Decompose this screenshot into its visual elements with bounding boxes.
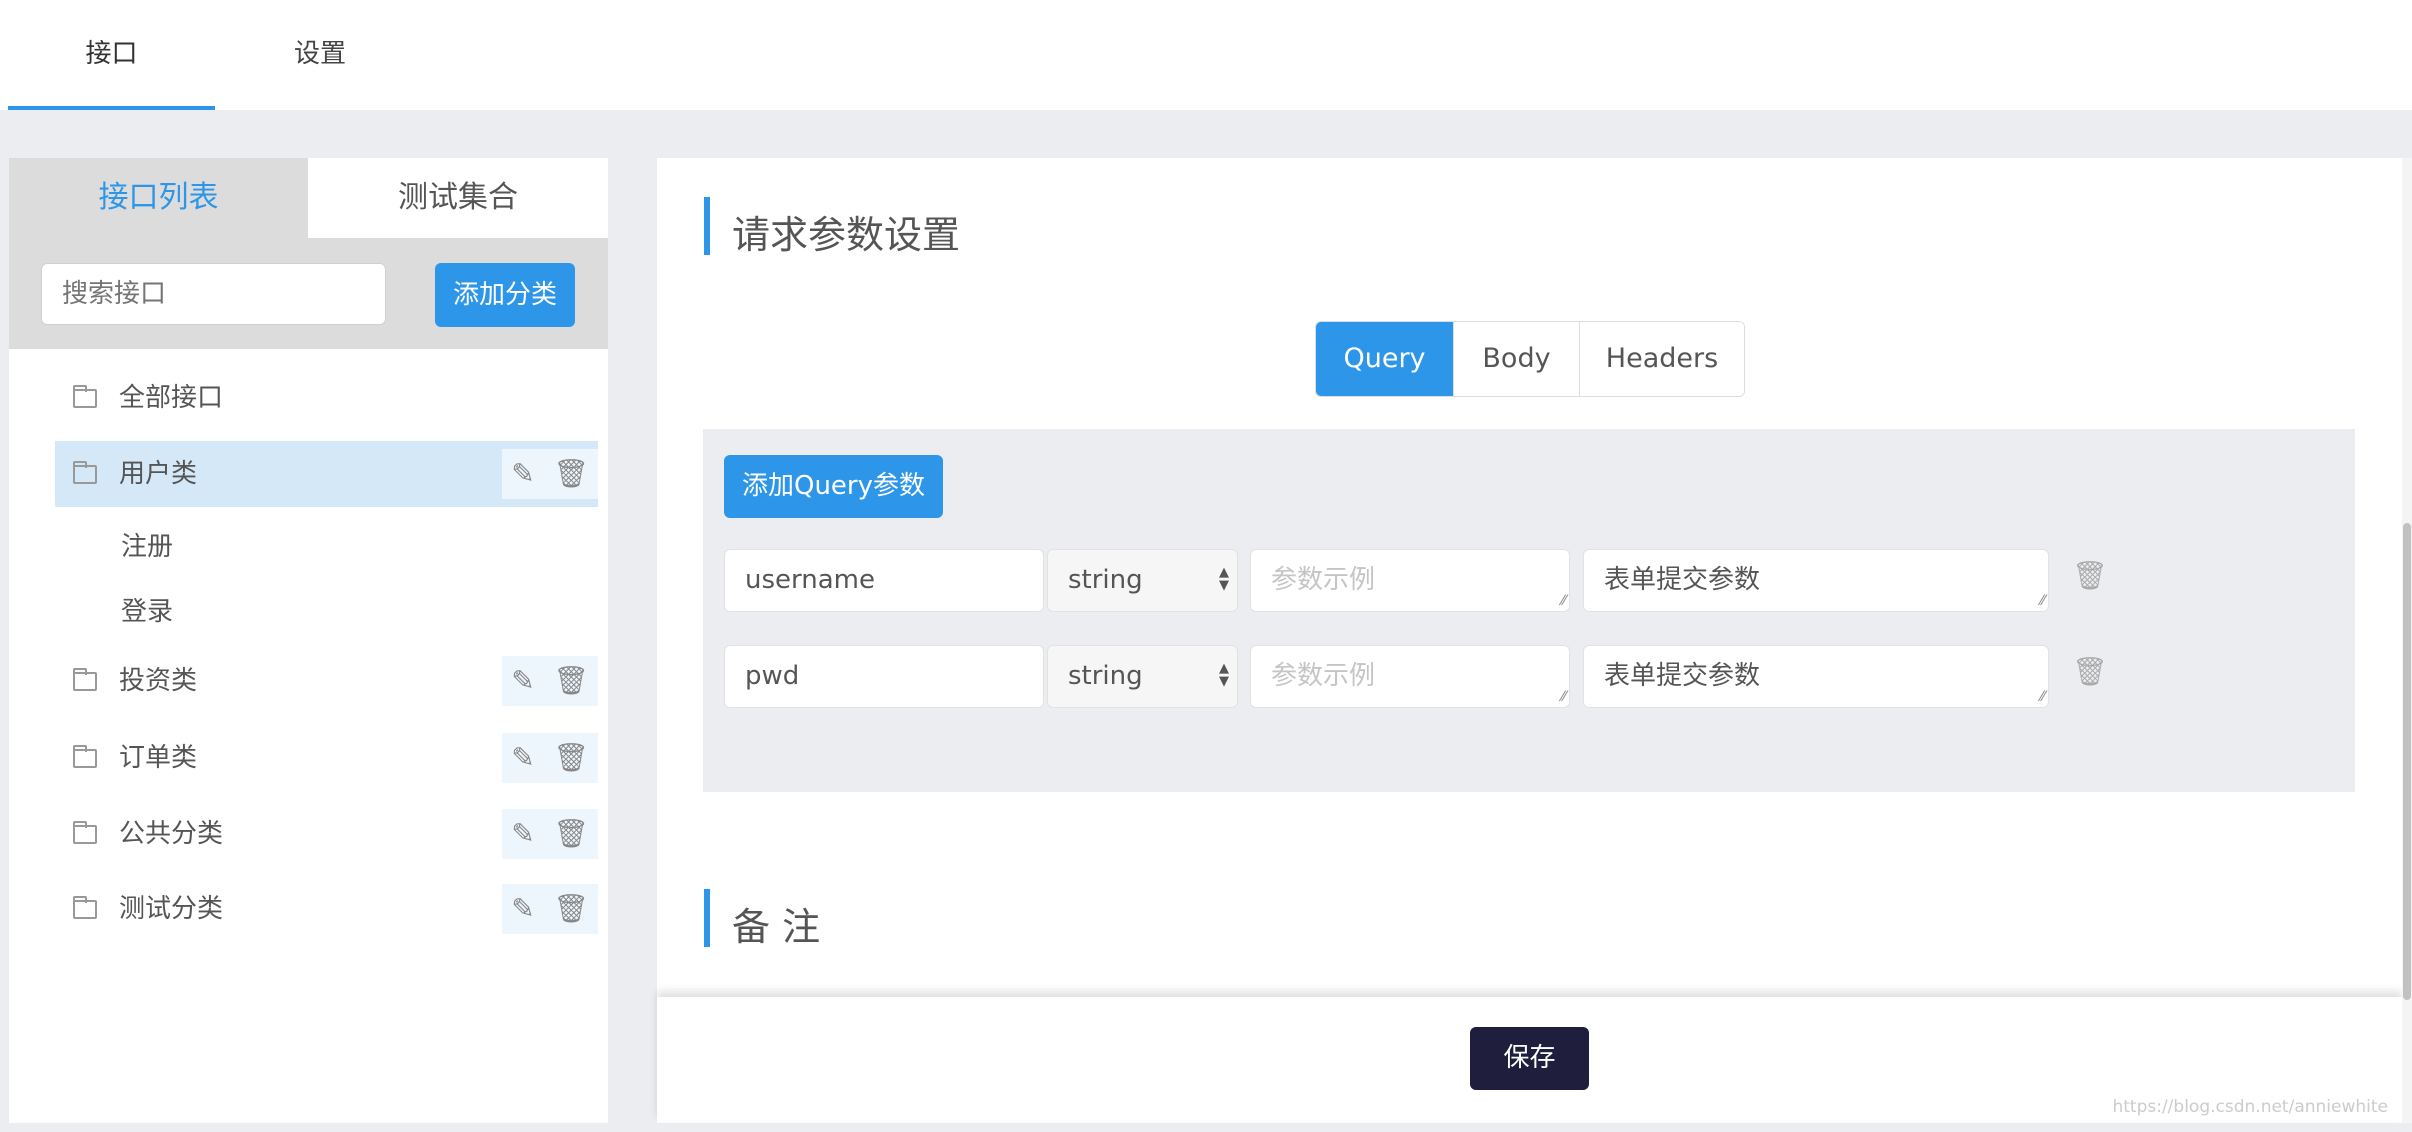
param-description-textarea[interactable]: 表单提交参数 ⁄⁄	[1583, 549, 2049, 612]
param-name-input[interactable]: pwd	[724, 645, 1044, 708]
param-name-input[interactable]: username	[724, 549, 1044, 612]
add-query-param-button[interactable]: 添加Query参数	[724, 455, 943, 518]
param-type-select[interactable]: string ▲ ▼	[1047, 549, 1238, 612]
tab-interface[interactable]: 接口	[8, 0, 215, 110]
folder-icon	[73, 461, 97, 484]
tree-subitem-register[interactable]: 注册	[121, 526, 173, 563]
edit-icon[interactable]: ✎	[511, 725, 534, 791]
main-panel: 请求参数设置 Query Body Headers 添加Query参数 user…	[657, 158, 2402, 997]
heading-accent	[704, 889, 710, 947]
delete-param-icon[interactable]: 🗑	[2072, 559, 2108, 592]
resize-handle-icon[interactable]: ⁄⁄	[1561, 690, 1566, 704]
param-type-select[interactable]: string ▲ ▼	[1047, 645, 1238, 708]
tree-item-label: 公共分类	[119, 819, 224, 849]
param-type-value: string	[1068, 661, 1143, 691]
folder-icon	[73, 385, 97, 408]
heading-accent	[704, 197, 710, 255]
tab-settings[interactable]: 设置	[240, 0, 400, 110]
search-bar: 添加分类	[9, 238, 608, 349]
trash-icon[interactable]: 🗑	[553, 441, 589, 507]
resize-handle-icon[interactable]: ⁄⁄	[2040, 690, 2045, 704]
tab-test-collection[interactable]: 测试集合	[308, 158, 608, 238]
description-value: 表单提交参数	[1604, 565, 1761, 595]
folder-icon	[73, 668, 97, 691]
folder-icon	[73, 745, 97, 768]
edit-icon[interactable]: ✎	[511, 441, 534, 507]
footer-bar: 保存 https://blog.csdn.net/anniewhite	[657, 997, 2402, 1123]
tree-item-test[interactable]: 测试分类 ✎ 🗑	[55, 876, 598, 942]
param-tabs: Query Body Headers	[1315, 321, 1745, 397]
resize-handle-icon[interactable]: ⁄⁄	[1561, 594, 1566, 608]
edit-icon[interactable]: ✎	[511, 801, 534, 867]
delete-param-icon[interactable]: 🗑	[2072, 655, 2108, 688]
param-description-textarea[interactable]: 表单提交参数 ⁄⁄	[1583, 645, 2049, 708]
tree-item-order[interactable]: 订单类 ✎ 🗑	[55, 725, 598, 791]
tree-item-public[interactable]: 公共分类 ✎ 🗑	[55, 801, 598, 867]
query-params-area: 添加Query参数 username string ▲ ▼ 参数示例 ⁄⁄ 表单提交参…	[703, 429, 2355, 792]
search-input[interactable]	[41, 263, 386, 325]
select-arrows-icon: ▲ ▼	[1219, 661, 1229, 689]
tree-item-all[interactable]: 全部接口	[55, 365, 598, 431]
edit-icon[interactable]: ✎	[511, 648, 534, 714]
scrollbar-thumb[interactable]	[2403, 523, 2411, 1000]
active-tab-underline	[8, 106, 215, 110]
tab-headers[interactable]: Headers	[1579, 322, 1744, 396]
tree-item-label: 投资类	[119, 666, 198, 696]
tree-item-label: 用户类	[119, 459, 198, 489]
scrollbar[interactable]	[2402, 158, 2412, 1123]
tree-item-label: 全部接口	[119, 383, 224, 413]
tree-item-label: 测试分类	[119, 894, 224, 924]
tab-query[interactable]: Query	[1316, 322, 1453, 396]
trash-icon[interactable]: 🗑	[553, 801, 589, 867]
trash-icon[interactable]: 🗑	[553, 876, 589, 942]
edit-icon[interactable]: ✎	[511, 876, 534, 942]
param-type-value: string	[1068, 565, 1143, 595]
add-category-button[interactable]: 添加分类	[435, 263, 575, 327]
select-arrows-icon: ▲ ▼	[1219, 565, 1229, 593]
tab-interface-list[interactable]: 接口列表	[9, 158, 308, 238]
tree-subitem-login[interactable]: 登录	[121, 591, 173, 628]
tree-item-label: 订单类	[119, 743, 198, 773]
sidebar: 接口列表 测试集合 添加分类 全部接口 用户类 ✎ 🗑 注册 登录 投资类 ✎ 🗑 订单…	[9, 158, 608, 1123]
save-button[interactable]: 保存	[1470, 1027, 1589, 1090]
tree-item-user[interactable]: 用户类 ✎ 🗑	[55, 441, 598, 507]
trash-icon[interactable]: 🗑	[553, 648, 589, 714]
param-example-textarea[interactable]: 参数示例 ⁄⁄	[1250, 645, 1570, 708]
param-example-textarea[interactable]: 参数示例 ⁄⁄	[1250, 549, 1570, 612]
tab-body[interactable]: Body	[1453, 322, 1579, 396]
placeholder: 参数示例	[1271, 565, 1376, 595]
tree-item-invest[interactable]: 投资类 ✎ 🗑	[55, 648, 598, 714]
top-nav: 接口 设置	[0, 0, 2412, 110]
description-value: 表单提交参数	[1604, 661, 1761, 691]
folder-icon	[73, 896, 97, 919]
placeholder: 参数示例	[1271, 661, 1376, 691]
watermark: https://blog.csdn.net/anniewhite	[2112, 1097, 2388, 1117]
resize-handle-icon[interactable]: ⁄⁄	[2040, 594, 2045, 608]
section-title: 请求参数设置	[732, 213, 961, 257]
folder-icon	[73, 821, 97, 844]
trash-icon[interactable]: 🗑	[553, 725, 589, 791]
notes-title: 备 注	[732, 905, 821, 949]
